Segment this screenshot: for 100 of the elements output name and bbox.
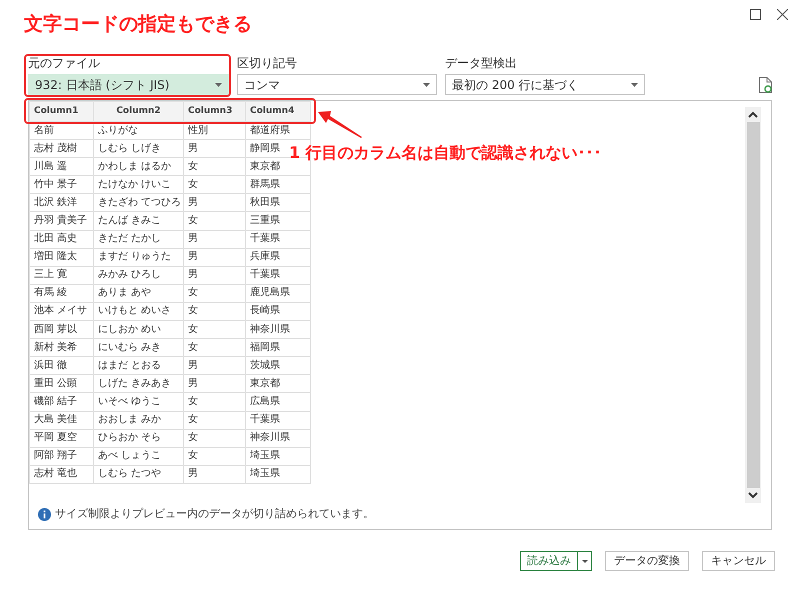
column-header: Column3	[184, 102, 246, 122]
table-cell: 男	[184, 194, 246, 212]
table-cell: たんば きみこ	[94, 212, 184, 230]
table-cell: 女	[184, 338, 246, 357]
table-cell: 男	[184, 356, 246, 375]
table-cell: 女	[184, 302, 246, 321]
table-cell: 有馬 綾	[30, 284, 94, 302]
info-icon	[38, 508, 51, 520]
table-cell: 男	[184, 266, 246, 284]
table-cell: きただ たかし	[94, 230, 184, 248]
table-cell: 千葉県	[246, 230, 310, 248]
table-cell: 大島 美佳	[30, 411, 94, 430]
table-cell: 都道府県	[246, 122, 310, 140]
field-label: 元のファイル	[28, 55, 101, 72]
table-cell: 千葉県	[246, 266, 310, 284]
info-message: サイズ制限よりプレビュー内のデータが切り詰められています。	[55, 506, 374, 522]
table-cell: 志村 竜也	[30, 465, 94, 484]
table-cell: 三上 寛	[30, 266, 94, 284]
table-cell: 福岡県	[246, 338, 310, 357]
table-cell: 東京都	[246, 374, 310, 393]
table-cell: 茨城県	[246, 356, 310, 375]
table-cell: あべ しょうこ	[94, 447, 184, 466]
table-cell: しげた きみあき	[94, 374, 184, 393]
caret-icon	[423, 82, 430, 86]
table-cell: はまだ とおる	[94, 356, 184, 375]
table-cell: 兵庫県	[246, 248, 310, 266]
table-cell: 性別	[184, 122, 246, 140]
table-cell: 女	[184, 429, 246, 448]
table-cell: 三重県	[246, 212, 310, 230]
scroll-up-icon[interactable]	[748, 111, 758, 118]
table-cell: 女	[184, 212, 246, 230]
refresh-document-icon[interactable]	[759, 77, 772, 93]
table-cell: 女	[184, 158, 246, 176]
table-cell: ひらおか そら	[94, 429, 184, 448]
column-header: Column2	[94, 102, 184, 122]
dropdown[interactable]: 932: 日本語 (シフト JIS)	[28, 74, 229, 95]
table-cell: たけなか けいこ	[94, 176, 184, 194]
dropdown-button[interactable]	[577, 552, 591, 570]
table-cell: きたざわ てつひろ	[94, 194, 184, 212]
table-cell: いそべ ゆうこ	[94, 392, 184, 411]
table-cell: みかみ ひろし	[94, 266, 184, 284]
dialog-button[interactable]: データの変換	[605, 551, 689, 571]
table-cell: 丹羽 貴美子	[30, 212, 94, 230]
caret-icon	[631, 82, 638, 86]
maximize-icon[interactable]	[750, 8, 761, 20]
table-cell: 平岡 夏空	[30, 429, 94, 448]
table-cell: 女	[184, 411, 246, 430]
table-cell: ますだ りゅうた	[94, 248, 184, 266]
column-header: Column1	[30, 102, 94, 122]
table-cell: いけもと めいさ	[94, 302, 184, 321]
table-cell: 川島 遥	[30, 158, 94, 176]
dropdown[interactable]: 最初の 200 行に基づく	[445, 74, 645, 95]
table-cell: 名前	[30, 122, 94, 140]
dropdown[interactable]: コンマ	[237, 74, 437, 95]
table-cell: 西岡 芽以	[30, 320, 94, 339]
table-cell: にいむら みき	[94, 338, 184, 357]
table-cell: 増田 隆太	[30, 248, 94, 266]
table-cell: 志村 茂樹	[30, 140, 94, 158]
scrollbar[interactable]	[745, 107, 761, 503]
table-cell: 女	[184, 392, 246, 411]
table-cell: 男	[184, 248, 246, 266]
table-cell: 女	[184, 284, 246, 302]
table-cell: おおしま みか	[94, 411, 184, 430]
scroll-down-icon[interactable]	[748, 492, 758, 499]
table-cell: 女	[184, 320, 246, 339]
table-cell: 女	[184, 176, 246, 194]
close-icon[interactable]	[777, 8, 788, 20]
field-label: 区切り記号	[237, 55, 298, 72]
table-cell: 群馬県	[246, 176, 310, 194]
dialog-button[interactable]: キャンセル	[702, 551, 775, 571]
scroll-thumb[interactable]	[746, 122, 760, 488]
table-cell: 磯部 結子	[30, 392, 94, 411]
table-cell: 神奈川県	[246, 320, 310, 339]
table-cell: 神奈川県	[246, 429, 310, 448]
table-cell: ありま あや	[94, 284, 184, 302]
table-cell: 埼玉県	[246, 447, 310, 466]
table-cell: 北沢 鉄洋	[30, 194, 94, 212]
table-cell: 竹中 景子	[30, 176, 94, 194]
table-cell: 長崎県	[246, 302, 310, 321]
table-cell: 男	[184, 230, 246, 248]
table-cell: 重田 公顕	[30, 374, 94, 393]
table-cell: 新村 美希	[30, 338, 94, 357]
column-header: Column4	[246, 102, 310, 122]
table-cell: ふりがな	[94, 122, 184, 140]
table-cell: かわしま はるか	[94, 158, 184, 176]
table-cell: 浜田 徹	[30, 356, 94, 375]
table-cell: 広島県	[246, 392, 310, 411]
table-cell: 鹿児島県	[246, 284, 310, 302]
table-cell: 男	[184, 374, 246, 393]
caret-icon	[215, 82, 222, 86]
table-cell: 男	[184, 140, 246, 158]
table-cell: しむら たつや	[94, 465, 184, 484]
table-cell: 北田 高史	[30, 230, 94, 248]
table-cell: 阿部 翔子	[30, 447, 94, 466]
table-cell: 埼玉県	[246, 465, 310, 484]
table-cell: 池本 メイサ	[30, 302, 94, 321]
table-cell: 千葉県	[246, 411, 310, 430]
table-cell: 男	[184, 465, 246, 484]
table-cell: 女	[184, 447, 246, 466]
field-label: データ型検出	[445, 55, 518, 72]
